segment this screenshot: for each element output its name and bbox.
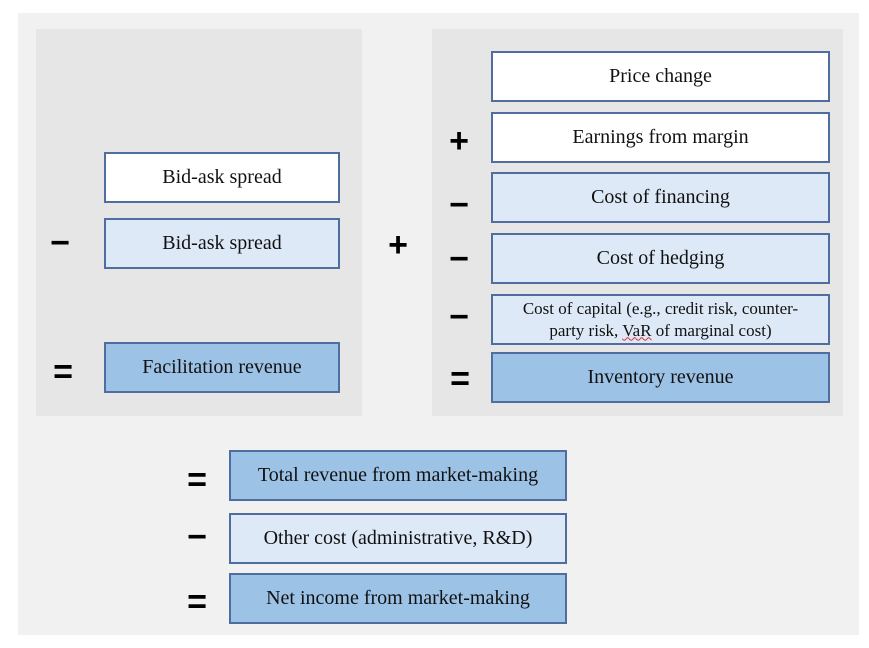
- total-revenue-box: Total revenue from market-making: [229, 450, 567, 501]
- equals-operator: =: [53, 353, 73, 391]
- cost-of-capital-label-line1: Cost of capital (e.g., credit risk, coun…: [522, 298, 799, 318]
- facilitation-revenue-box: Facilitation revenue: [104, 342, 340, 393]
- cost-of-hedging-label: Cost of hedging: [596, 247, 725, 269]
- cost-of-capital-text: party risk,: [549, 320, 623, 340]
- minus-operator: −: [449, 240, 469, 278]
- inventory-revenue-box: Inventory revenue: [491, 352, 830, 403]
- cost-of-financing-label: Cost of financing: [591, 186, 730, 208]
- bid-ask-spread-cost-box: Bid-ask spread: [104, 218, 340, 269]
- price-change-label: Price change: [609, 65, 712, 87]
- minus-operator: −: [449, 186, 469, 224]
- price-change-box: Price change: [491, 51, 830, 102]
- equals-operator: =: [187, 583, 207, 621]
- bid-ask-spread-box: Bid-ask spread: [104, 152, 340, 203]
- cost-of-financing-box: Cost of financing: [491, 172, 830, 223]
- plus-operator: +: [388, 226, 408, 264]
- equals-operator: =: [450, 360, 470, 398]
- plus-operator: +: [449, 122, 469, 160]
- bid-ask-spread-cost-label: Bid-ask spread: [162, 232, 282, 254]
- other-cost-label: Other cost (administrative, R&D): [263, 527, 533, 549]
- facilitation-revenue-label: Facilitation revenue: [142, 356, 302, 378]
- total-revenue-label: Total revenue from market-making: [257, 464, 539, 486]
- equals-operator: =: [187, 461, 207, 499]
- cost-of-capital-text: of marginal cost): [651, 320, 772, 340]
- cost-of-capital-box: Cost of capital (e.g., credit risk, coun…: [491, 294, 830, 345]
- cost-of-hedging-box: Cost of hedging: [491, 233, 830, 284]
- earnings-from-margin-box: Earnings from margin: [491, 112, 830, 163]
- other-cost-box: Other cost (administrative, R&D): [229, 513, 567, 564]
- bid-ask-spread-label: Bid-ask spread: [162, 166, 282, 188]
- spellcheck-flagged-word: VaR: [622, 320, 652, 340]
- cost-of-capital-label-line2: party risk, VaR of marginal cost): [549, 320, 771, 342]
- earnings-from-margin-label: Earnings from margin: [572, 126, 749, 148]
- minus-operator: −: [187, 518, 207, 556]
- inventory-revenue-label: Inventory revenue: [587, 366, 734, 388]
- minus-operator: −: [449, 298, 469, 336]
- net-income-box: Net income from market-making: [229, 573, 567, 624]
- minus-operator: −: [50, 224, 70, 262]
- net-income-label: Net income from market-making: [266, 587, 530, 609]
